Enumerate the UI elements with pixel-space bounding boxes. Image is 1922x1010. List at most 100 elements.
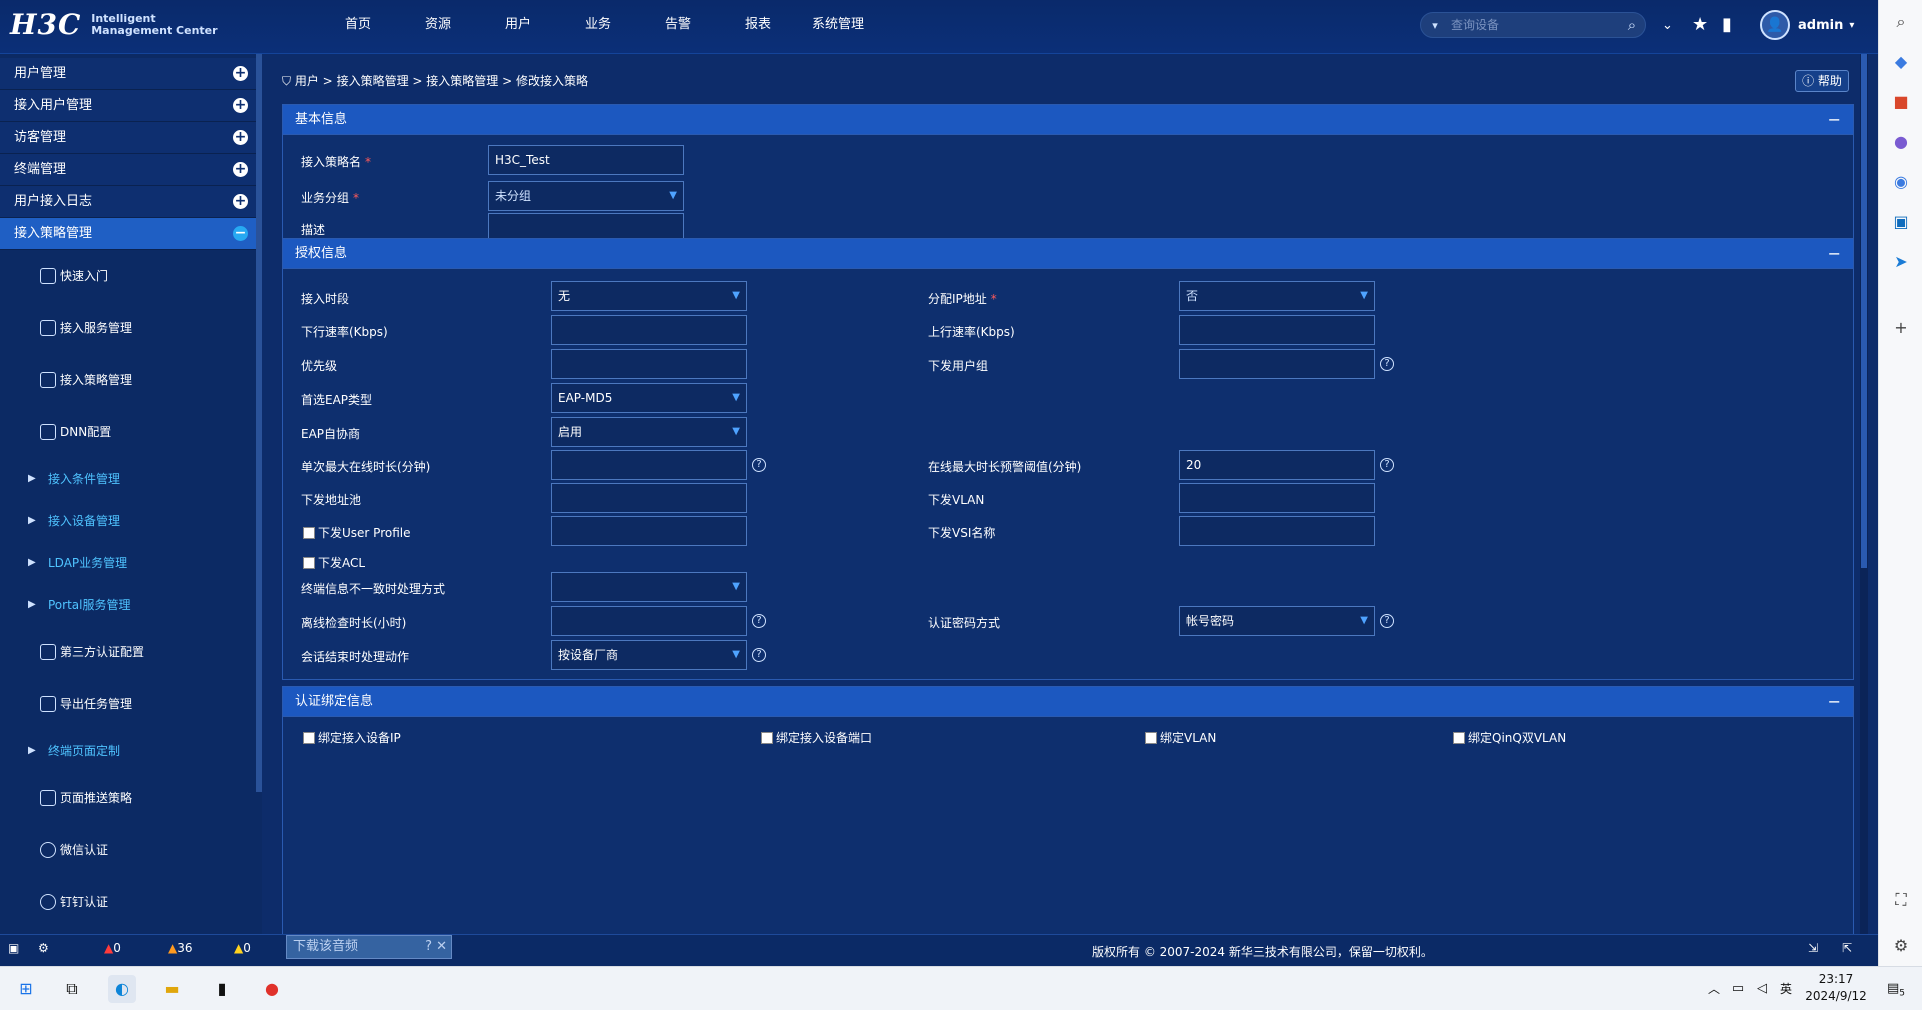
copilot-icon[interactable]: ◉ <box>1891 172 1911 192</box>
checkbox-box[interactable] <box>303 731 315 744</box>
sidebar-scrollbar[interactable] <box>256 54 262 792</box>
sidebar-folder-device[interactable]: ▶ 接入设备管理 <box>0 500 262 542</box>
sidebar-folder-portal[interactable]: ▶ Portal服务管理 <box>0 584 262 626</box>
help-question-icon[interactable]: ? <box>752 614 766 628</box>
sidebar-folder-condition[interactable]: ▶ 接入条件管理 <box>0 458 262 500</box>
sidebar-sub-export[interactable]: 导出任务管理 <box>0 678 262 730</box>
password-mode-select[interactable]: 帐号密码 ▼ <box>1179 606 1375 636</box>
collapse-icon[interactable]: − <box>1828 105 1841 135</box>
sidebar-sub-third-party[interactable]: 第三方认证配置 <box>0 626 262 678</box>
collapse-minus-icon[interactable]: − <box>233 226 248 241</box>
bind-device-ip-checkbox[interactable]: 绑定接入设备IP <box>303 729 401 746</box>
alarm-yellow[interactable]: ▲0 <box>234 941 251 955</box>
vsi-name-input[interactable] <box>1179 516 1375 546</box>
terminal-icon[interactable]: ▮ <box>208 975 236 1003</box>
monitor-icon[interactable]: ▣ <box>8 941 19 955</box>
sidebar-sub-dingtalk[interactable]: 钉钉认证 <box>0 876 262 928</box>
priority-input[interactable] <box>551 349 747 379</box>
help-question-icon[interactable]: ? <box>1380 614 1394 628</box>
eap-type-select[interactable]: EAP-MD5 ▼ <box>551 383 747 413</box>
expand-plus-icon[interactable]: + <box>233 66 248 81</box>
bookmark-icon[interactable]: ▮ <box>1722 14 1732 35</box>
help-question-icon[interactable]: ? <box>752 648 766 662</box>
sidebar-sub-policy[interactable]: 接入策略管理 <box>0 354 262 406</box>
nav-resource[interactable]: 资源 <box>398 0 478 54</box>
search-type-icon[interactable]: ▾ <box>1421 19 1449 32</box>
outlook-icon[interactable]: ▣ <box>1891 212 1911 232</box>
collapse-icon[interactable]: − <box>1828 687 1841 717</box>
expand-plus-icon[interactable]: + <box>233 130 248 145</box>
file-explorer-icon[interactable]: ▬ <box>158 975 186 1003</box>
app-icon[interactable]: ● <box>258 975 286 1003</box>
sidebar-sub-service[interactable]: 接入服务管理 <box>0 302 262 354</box>
nav-system[interactable]: 系统管理 <box>798 0 878 54</box>
sidebar-folder-ldap[interactable]: ▶ LDAP业务管理 <box>0 542 262 584</box>
people-icon[interactable]: ● <box>1891 132 1911 152</box>
screenshot-icon[interactable]: ⛶ <box>1891 890 1911 910</box>
expand-plus-icon[interactable]: + <box>233 194 248 209</box>
eap-negotiate-select[interactable]: 启用 ▼ <box>551 417 747 447</box>
bind-device-port-checkbox[interactable]: 绑定接入设备端口 <box>761 729 872 746</box>
sidebar-sub-dnn[interactable]: DNN配置 <box>0 406 262 458</box>
breadcrumb-item[interactable]: 接入策略管理 <box>337 74 409 88</box>
chevron-down-icon[interactable]: ⌄ <box>1662 18 1673 33</box>
checkbox-box[interactable] <box>761 731 773 744</box>
user-group-input[interactable] <box>1179 349 1375 379</box>
address-pool-input[interactable] <box>551 483 747 513</box>
sidebar-sub-wechat[interactable]: 微信认证 <box>0 824 262 876</box>
access-period-select[interactable]: 无 ▼ <box>551 281 747 311</box>
bind-vlan-checkbox[interactable]: 绑定VLAN <box>1145 729 1216 746</box>
expand-plus-icon[interactable]: + <box>233 98 248 113</box>
star-icon[interactable]: ★ <box>1692 14 1708 35</box>
expand-plus-icon[interactable]: + <box>233 162 248 177</box>
sidebar-item-terminal[interactable]: 终端管理 + <box>0 154 262 186</box>
vlan-input[interactable] <box>1179 483 1375 513</box>
downlink-rate-input[interactable] <box>551 315 747 345</box>
user-menu[interactable]: 👤 admin ▾ <box>1760 10 1854 40</box>
checkbox-box[interactable] <box>303 556 315 569</box>
online-warn-input[interactable]: 20 <box>1179 450 1375 480</box>
sidebar-sub-push[interactable]: 页面推送策略 <box>0 772 262 824</box>
content-scrollbar[interactable] <box>1860 54 1868 934</box>
clock[interactable]: 23:17 2024/9/12 <box>1800 971 1872 1005</box>
sidebar-item-access-user[interactable]: 接入用户管理 + <box>0 90 262 122</box>
help-question-icon[interactable]: ? <box>752 458 766 472</box>
assign-ip-select[interactable]: 否 ▼ <box>1179 281 1375 311</box>
add-icon[interactable]: + <box>1891 318 1911 338</box>
send-icon[interactable]: ➤ <box>1891 252 1911 272</box>
nav-report[interactable]: 报表 <box>718 0 798 54</box>
search-icon[interactable]: ⌕ <box>1619 16 1645 34</box>
task-view-icon[interactable]: ⧉ <box>58 975 86 1003</box>
user-profile-input[interactable] <box>551 516 747 546</box>
checkbox-box[interactable] <box>303 526 315 539</box>
sidebar-item-access-policy[interactable]: 接入策略管理 − <box>0 218 262 250</box>
video-download-bar[interactable]: 下载该音频 ? ✕ <box>286 935 452 959</box>
nav-user[interactable]: 用户 <box>478 0 558 54</box>
settings-icon[interactable]: ⚙ <box>1891 936 1911 956</box>
alarm-orange[interactable]: ▲36 <box>168 941 193 955</box>
toolbox-icon[interactable]: ■ <box>1891 92 1911 112</box>
scrollbar-thumb[interactable] <box>1861 54 1867 568</box>
search-input[interactable] <box>1449 17 1619 33</box>
sidebar-item-access-log[interactable]: 用户接入日志 + <box>0 186 262 218</box>
sidebar-sub-quickstart[interactable]: 快速入门 <box>0 250 262 302</box>
session-end-select[interactable]: 按设备厂商 ▼ <box>551 640 747 670</box>
service-group-select[interactable]: 未分组 ▼ <box>488 181 684 211</box>
bind-qinq-checkbox[interactable]: 绑定QinQ双VLAN <box>1453 729 1566 746</box>
sidebar-item-guest[interactable]: 访客管理 + <box>0 122 262 154</box>
fullscreen-icon[interactable]: ⇱ <box>1842 941 1852 955</box>
alarm-red[interactable]: ▲0 <box>104 941 121 955</box>
offline-check-input[interactable] <box>551 606 747 636</box>
close-icon[interactable]: ? ✕ <box>425 936 447 958</box>
checkbox-box[interactable] <box>1145 731 1157 744</box>
tag-icon[interactable]: ◆ <box>1891 52 1911 72</box>
help-question-icon[interactable]: ? <box>1380 357 1394 371</box>
sidebar-item-user-mgmt[interactable]: 用户管理 + <box>0 58 262 90</box>
user-profile-checkbox[interactable]: 下发User Profile <box>303 524 410 541</box>
breadcrumb-item[interactable]: 接入策略管理 <box>426 74 498 88</box>
breadcrumb-item[interactable]: 用户 <box>295 74 319 88</box>
terminal-mismatch-select[interactable]: ▼ <box>551 572 747 602</box>
policy-name-input[interactable]: H3C_Test <box>488 145 684 175</box>
acl-checkbox[interactable]: 下发ACL <box>303 554 365 571</box>
windows-start-icon[interactable]: ⊞ <box>12 975 40 1003</box>
